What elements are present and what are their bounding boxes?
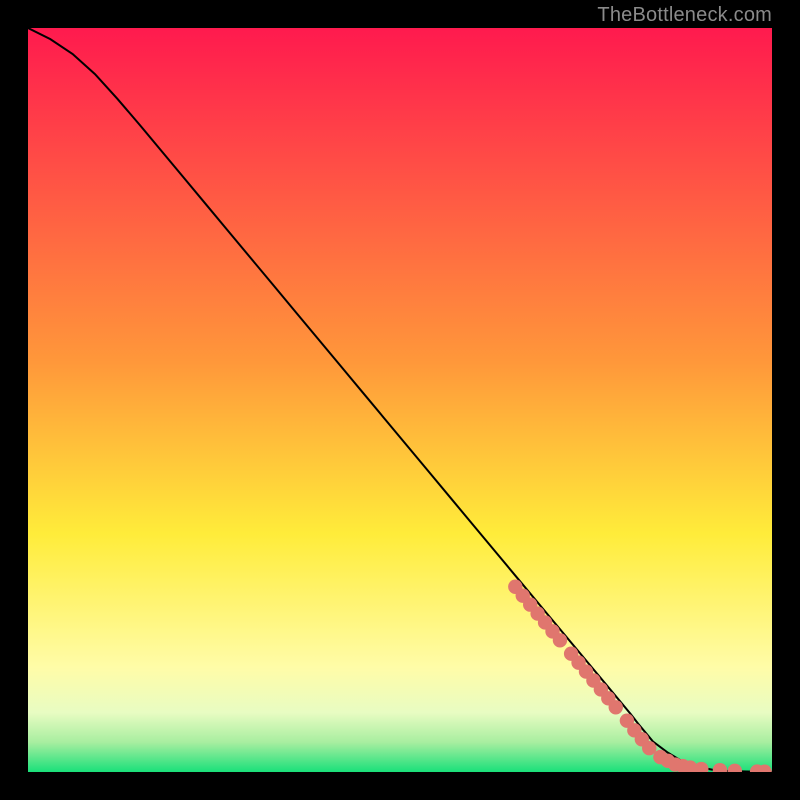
chart-plot <box>28 28 772 772</box>
attribution-label: TheBottleneck.com <box>597 4 772 27</box>
data-marker <box>553 633 567 647</box>
chart-frame: TheBottleneck.com <box>0 0 800 800</box>
data-marker <box>609 700 623 714</box>
gradient-background <box>28 28 772 772</box>
data-marker <box>642 741 656 755</box>
